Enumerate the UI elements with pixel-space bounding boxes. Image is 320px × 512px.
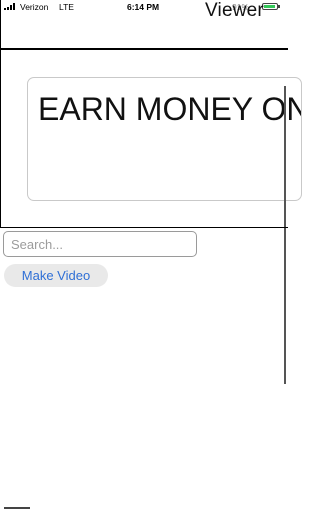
page-title: Viewer	[205, 0, 264, 21]
promo-banner[interactable]: EARN MONEY ON	[27, 77, 302, 201]
header-left-border	[0, 0, 1, 50]
battery-icon	[262, 3, 280, 10]
search-input[interactable]	[3, 231, 197, 257]
carrier-label: Verizon	[20, 2, 49, 12]
signal-strength-icon	[4, 3, 15, 10]
promo-banner-text: EARN MONEY ON	[38, 91, 302, 127]
hero-left-border	[0, 50, 1, 228]
network-type-label: LTE	[59, 2, 74, 12]
status-time: 6:14 PM	[127, 2, 160, 12]
header-divider	[0, 48, 288, 50]
home-indicator	[4, 507, 30, 509]
vertical-scrollbar[interactable]	[284, 86, 286, 384]
hero-divider	[0, 227, 288, 228]
make-video-button[interactable]: Make Video	[4, 264, 108, 287]
